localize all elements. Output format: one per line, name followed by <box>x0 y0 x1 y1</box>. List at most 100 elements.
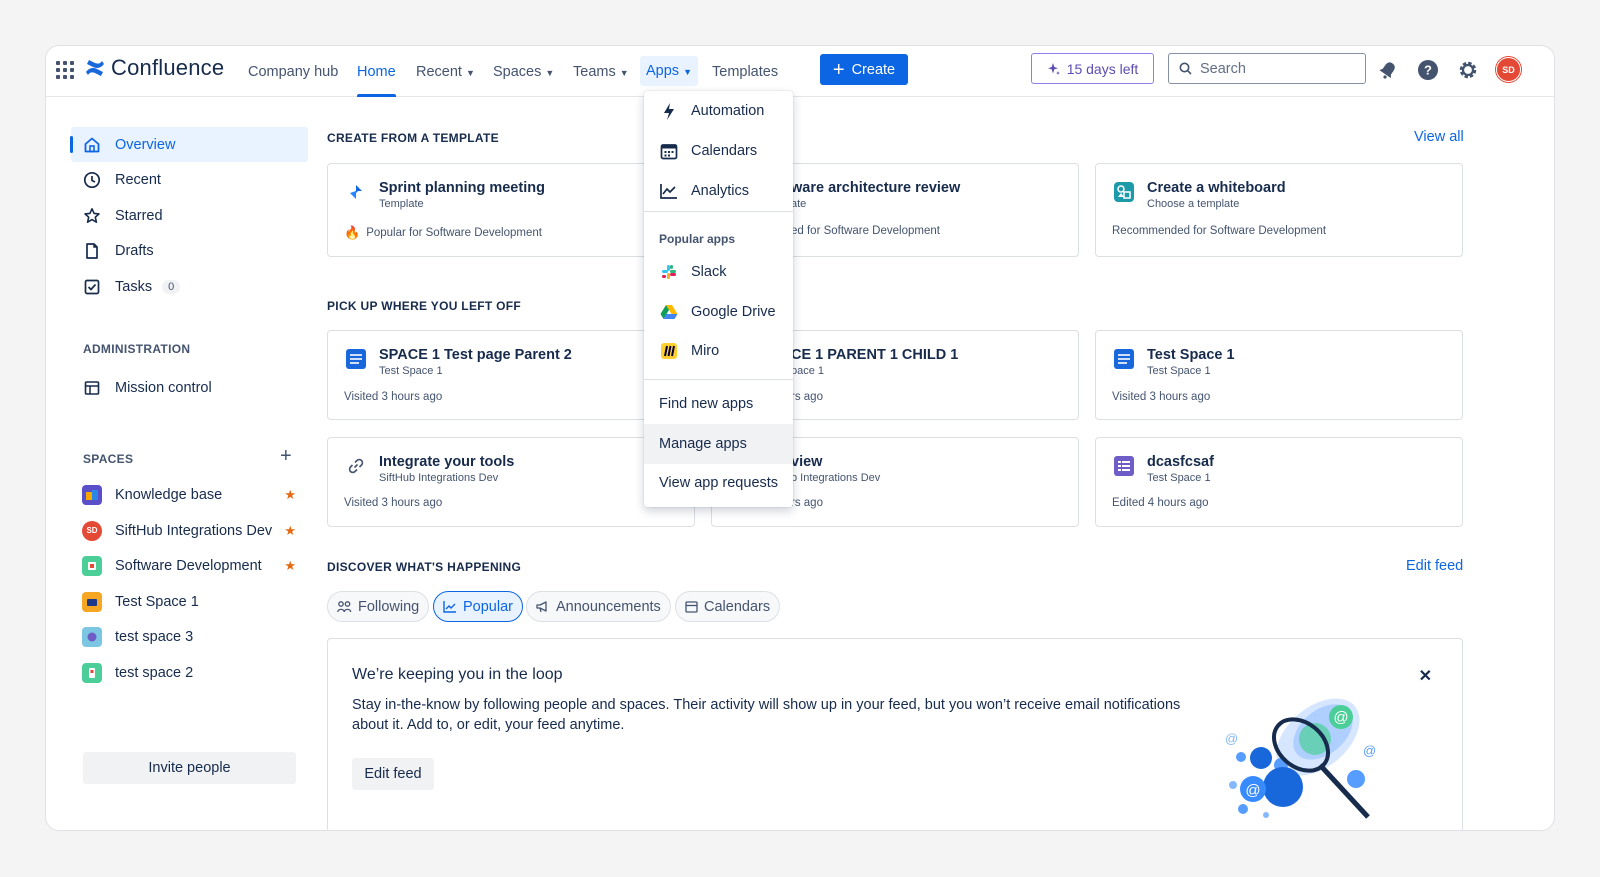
database-icon <box>1112 454 1136 478</box>
sidebar-item-tasks[interactable]: Tasks 0 <box>71 269 308 304</box>
close-icon[interactable]: ✕ <box>1419 666 1432 686</box>
megaphone-icon <box>536 601 547 613</box>
sidebar-item-overview[interactable]: Overview <box>70 127 308 162</box>
template-card-whiteboard[interactable]: Create a whiteboard Choose a template Re… <box>1095 163 1463 257</box>
apps-dropdown-menu: Automation Calendars Analytics Popular a… <box>644 91 793 507</box>
card-title: dcasfcsaf <box>1147 454 1214 470</box>
edit-feed-link[interactable]: Edit feed <box>1406 558 1463 574</box>
invite-people-button[interactable]: Invite people <box>83 752 296 784</box>
jira-icon <box>344 180 368 204</box>
card-title: CE 1 PARENT 1 CHILD 1 <box>791 347 959 363</box>
sparkle-icon <box>1047 62 1060 75</box>
feed-info-title: We’re keeping you in the loop <box>352 666 563 683</box>
sidebar-item-label: Tasks <box>115 278 153 295</box>
card-footer: Recommended for Software Development <box>1112 225 1327 237</box>
nav-recent[interactable]: Recent ▼ <box>416 46 475 97</box>
nav-teams[interactable]: Teams ▼ <box>573 46 629 97</box>
calendar-icon <box>659 142 679 160</box>
sidebar-item-drafts[interactable]: Drafts <box>71 233 308 268</box>
menu-item-google-drive[interactable]: Google Drive <box>644 292 793 332</box>
space-avatar-icon <box>81 484 103 506</box>
sidebar-item-mission-control[interactable]: Mission control <box>71 370 308 405</box>
user-avatar[interactable]: SD <box>1496 57 1521 82</box>
google-drive-icon <box>659 304 679 320</box>
sidebar-item-starred[interactable]: Starred <box>71 198 308 233</box>
app-switcher-icon[interactable] <box>56 61 74 79</box>
nav-spaces[interactable]: Spaces ▼ <box>493 46 554 97</box>
notifications-icon[interactable] <box>1376 58 1400 82</box>
space-avatar-icon <box>81 591 103 613</box>
pill-label: Announcements <box>556 598 661 615</box>
page-icon <box>1112 347 1136 371</box>
help-icon[interactable]: ? <box>1416 58 1440 82</box>
menu-item-automation[interactable]: Automation <box>644 91 793 131</box>
filter-pill-popular[interactable]: Popular <box>433 591 523 622</box>
menu-item-analytics[interactable]: Analytics <box>644 171 793 211</box>
sidebar-space-software-development[interactable]: Software Development ★ <box>71 548 308 583</box>
menu-item-manage-apps[interactable]: Manage apps <box>644 424 793 464</box>
starred-icon[interactable]: ★ <box>284 558 296 574</box>
edit-feed-button[interactable]: Edit feed <box>352 758 434 790</box>
sidebar-space-knowledge-base[interactable]: Knowledge base ★ <box>71 477 308 512</box>
recent-card[interactable]: SPACE 1 Test page Parent 2 Test Space 1 … <box>327 330 695 420</box>
filter-pill-announcements[interactable]: Announcements <box>526 591 671 622</box>
svg-text:@: @ <box>1363 743 1376 758</box>
miro-icon <box>659 343 679 359</box>
settings-gear-icon[interactable] <box>1456 58 1480 82</box>
chevron-down-icon: ▼ <box>545 67 555 78</box>
starred-icon[interactable]: ★ <box>284 523 296 539</box>
sidebar-space-label: Software Development <box>115 557 262 574</box>
sidebar-item-label: Mission control <box>115 379 212 396</box>
nav-apps[interactable]: Apps ▼ <box>640 56 698 86</box>
add-space-icon[interactable]: + <box>280 445 292 468</box>
menu-item-miro[interactable]: Miro <box>644 331 793 371</box>
create-label: Create <box>851 61 896 78</box>
dashboard-icon <box>81 377 103 399</box>
feed-info-text: Stay in-the-know by following people and… <box>352 697 1181 733</box>
sidebar-space-test-space-1[interactable]: Test Space 1 <box>71 584 308 619</box>
card-subtitle: Template <box>379 198 424 210</box>
menu-item-calendars[interactable]: Calendars <box>644 131 793 171</box>
feed-info-card: We’re keeping you in the loop Stay in-th… <box>327 638 1463 830</box>
recent-card[interactable]: dcasfcsaf Test Space 1 Edited 4 hours ag… <box>1095 437 1463 527</box>
app-window: Confluence Company hub Home Recent ▼ Spac… <box>45 45 1555 831</box>
recent-card[interactable]: Integrate your tools SiftHub Integration… <box>327 437 695 527</box>
sidebar-item-recent[interactable]: Recent <box>71 162 308 197</box>
nav-home[interactable]: Home <box>357 46 396 97</box>
search-icon <box>1179 62 1192 75</box>
search-placeholder: Search <box>1200 60 1246 77</box>
menu-item-view-app-requests[interactable]: View app requests <box>644 463 793 503</box>
nav-templates[interactable]: Templates <box>712 46 778 97</box>
svg-text:@: @ <box>1225 731 1238 746</box>
chevron-down-icon: ▼ <box>465 67 475 78</box>
menu-item-slack[interactable]: Slack <box>644 252 793 292</box>
card-footer: ed for Software Development <box>791 225 940 237</box>
card-footer: rs ago <box>791 497 823 509</box>
sidebar-space-label: Test Space 1 <box>115 593 199 610</box>
space-avatar-icon <box>81 555 103 577</box>
sidebar-space-sifthub[interactable]: SD SiftHub Integrations Dev ★ <box>71 513 308 548</box>
search-input[interactable]: Search <box>1168 53 1366 84</box>
space-avatar-icon <box>81 662 103 684</box>
template-card-sprint-planning[interactable]: Sprint planning meeting Template 🔥 Popula… <box>327 163 695 257</box>
card-subtitle: ate <box>791 198 807 210</box>
confluence-logo[interactable]: Confluence <box>85 55 224 81</box>
trial-button[interactable]: 15 days left <box>1031 53 1154 84</box>
filter-pill-calendars[interactable]: Calendars <box>675 591 781 622</box>
create-button[interactable]: + Create <box>820 54 908 85</box>
starred-icon[interactable]: ★ <box>284 487 296 503</box>
menu-item-find-new-apps[interactable]: Find new apps <box>644 384 793 424</box>
recent-card[interactable]: Test Space 1 Test Space 1 Visited 3 hour… <box>1095 330 1463 420</box>
sidebar-space-test-space-2[interactable]: test space 2 <box>71 655 308 690</box>
chevron-down-icon: ▼ <box>619 67 629 78</box>
home-icon <box>81 134 103 156</box>
section-title-recent: PICK UP WHERE YOU LEFT OFF <box>327 299 522 313</box>
filter-pill-following[interactable]: Following <box>327 591 430 622</box>
card-subtitle: Test Space 1 <box>1147 365 1211 377</box>
sidebar-space-test-space-3[interactable]: test space 3 <box>71 619 308 654</box>
view-all-link[interactable]: View all <box>1414 129 1464 145</box>
active-indicator <box>70 136 73 153</box>
trial-label: 15 days left <box>1066 60 1139 77</box>
card-subtitle: Test Space 1 <box>1147 472 1211 484</box>
nav-company-hub[interactable]: Company hub <box>248 46 338 97</box>
